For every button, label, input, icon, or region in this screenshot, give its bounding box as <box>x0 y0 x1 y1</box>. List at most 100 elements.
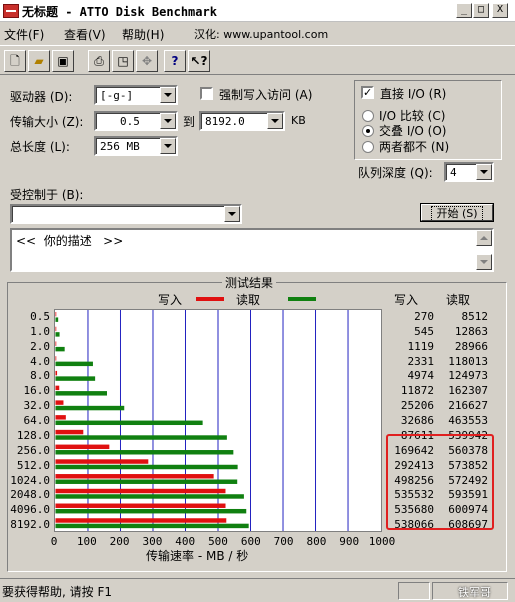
category-label: 1024.0 <box>10 473 50 487</box>
read-bar <box>55 317 59 322</box>
menu-localize[interactable]: 汉化: www.upantool.com <box>194 26 328 42</box>
to-label: 到 <box>183 115 196 129</box>
read-value: 124973 <box>448 369 488 383</box>
category-label: 16.0 <box>23 384 51 398</box>
read-bar <box>55 391 107 396</box>
write-bar <box>55 474 214 479</box>
bar-chart <box>54 309 382 532</box>
write-bar <box>55 311 57 317</box>
transfer-to-value: 8192.0 <box>205 115 245 128</box>
total-length-select[interactable]: 256 MB <box>94 136 178 156</box>
menu-file[interactable]: 文件(F) <box>4 26 44 43</box>
write-bar <box>55 385 60 391</box>
drive-value: [-g-] <box>100 89 134 102</box>
write-bar <box>55 326 57 332</box>
menu-view[interactable]: 查看(V) <box>64 26 106 43</box>
read-bar <box>55 361 93 367</box>
transfer-from-select[interactable]: 0.5 <box>94 111 178 131</box>
category-label: 64.0 <box>23 414 51 428</box>
category-label: 32.0 <box>23 399 51 413</box>
direct-io-label: 直接 I/O (R) <box>380 87 447 101</box>
neither-label: 两者都不 (N) <box>379 140 450 154</box>
open-folder-icon[interactable]: ▰ <box>28 50 50 72</box>
description-textarea[interactable]: << 你的描述 >> <box>10 228 494 272</box>
save-icon[interactable]: ▣ <box>52 50 74 72</box>
scroll-up-icon[interactable] <box>476 230 492 246</box>
watermark: 铁军哥 <box>458 586 491 599</box>
legend-read-label: 读取 <box>236 293 261 307</box>
drive-select[interactable]: [-g-] <box>94 85 178 105</box>
toolbar: 🗋 ▰ ▣ ⎙ ◳ ✥ ? ↖? <box>0 45 515 75</box>
force-write-checkbox[interactable] <box>200 87 213 100</box>
read-bar <box>55 464 238 470</box>
new-doc-icon[interactable]: 🗋 <box>4 50 26 72</box>
write-value: 25206 <box>400 399 434 413</box>
menu-help[interactable]: 帮助(H) <box>122 26 164 43</box>
category-label: 4096.0 <box>10 503 50 517</box>
minimize-button[interactable]: _ <box>456 3 472 18</box>
close-button[interactable]: X <box>492 3 508 18</box>
read-value: 463553 <box>448 414 488 428</box>
maximize-button[interactable]: □ <box>473 3 489 18</box>
write-value: 4974 <box>407 369 435 383</box>
print-preview-icon[interactable]: ◳ <box>112 50 134 72</box>
total-length-value: 256 MB <box>100 140 140 153</box>
start-button-label: 开始 (S) <box>431 206 483 222</box>
print-icon[interactable]: ⎙ <box>88 50 110 72</box>
chevron-down-icon[interactable] <box>160 138 176 154</box>
controlled-by-select[interactable] <box>10 204 242 224</box>
queue-depth-label: 队列深度 (Q): <box>358 166 433 180</box>
read-value: 118013 <box>448 354 488 368</box>
chevron-down-icon[interactable] <box>160 87 176 103</box>
help-icon[interactable]: ? <box>164 50 186 72</box>
category-label: 256.0 <box>16 443 50 457</box>
force-write-label: 强制写入访问 (A) <box>219 88 313 102</box>
chevron-down-icon[interactable] <box>224 206 240 222</box>
category-label: 2048.0 <box>10 488 50 502</box>
write-bar <box>55 356 57 361</box>
app-icon[interactable] <box>3 4 19 18</box>
read-value: 12863 <box>454 324 488 338</box>
results-title: 测试结果 <box>222 274 277 291</box>
direct-io-checkbox[interactable]: ✓ <box>361 86 374 99</box>
transfer-to-select[interactable]: 8192.0 <box>199 111 285 131</box>
write-value: 1119 <box>407 339 435 353</box>
write-bar <box>55 370 58 376</box>
read-bar <box>55 332 60 337</box>
category-label: 4.0 <box>30 354 50 368</box>
start-button[interactable]: 开始 (S) <box>421 204 493 222</box>
write-bar <box>55 429 84 435</box>
category-label: 0.5 <box>30 310 50 323</box>
move-icon[interactable]: ✥ <box>136 50 158 72</box>
read-bar <box>55 405 125 411</box>
kb-label: KB <box>291 114 306 127</box>
legend-read-swatch <box>288 297 316 301</box>
category-label: 512.0 <box>16 458 50 472</box>
controlled-by-label: 受控制于 (B): <box>10 188 84 202</box>
neither-radio[interactable] <box>362 141 374 153</box>
legend-write-label: 写入 <box>158 293 183 307</box>
read-value: 216627 <box>448 399 488 413</box>
write-bar <box>55 400 64 405</box>
chevron-down-icon[interactable] <box>267 113 283 129</box>
io-compare-radio[interactable] <box>362 110 374 122</box>
queue-depth-select[interactable]: 4 <box>444 162 494 182</box>
write-bar <box>55 444 110 450</box>
drive-label: 驱动器 (D): <box>10 90 73 104</box>
read-bar <box>55 346 65 352</box>
context-help-icon[interactable]: ↖? <box>188 50 210 72</box>
col-write-header: 写入 <box>394 293 419 307</box>
chevron-down-icon[interactable] <box>160 113 176 129</box>
category-label: 2.0 <box>30 339 50 353</box>
read-value: 28966 <box>454 339 488 353</box>
overlapped-io-radio[interactable] <box>362 125 374 137</box>
chevron-down-icon[interactable] <box>476 164 492 180</box>
status-bar: 要获得帮助, 请按 F1 铁军哥 <box>0 578 515 602</box>
write-bar <box>55 341 57 346</box>
category-label: 8192.0 <box>10 518 50 532</box>
x-axis-label: 传输速率 - MB / 秒 <box>146 549 249 563</box>
overlapped-io-label: 交叠 I/O (O) <box>379 124 447 138</box>
title-bar[interactable]: 无标题 - ATTO Disk Benchmark _ □ X <box>0 0 515 22</box>
read-bar <box>55 376 96 381</box>
scroll-down-icon[interactable] <box>476 254 492 270</box>
